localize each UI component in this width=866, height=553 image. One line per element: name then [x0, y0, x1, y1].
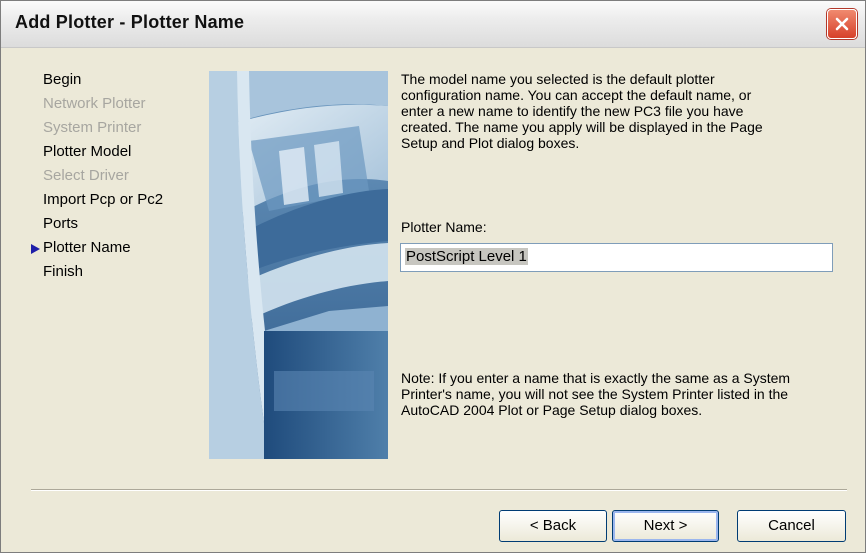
note-line: Note: If you enter a name that is exactl…: [401, 370, 791, 386]
next-button[interactable]: Next >: [612, 510, 719, 542]
description-line: created. The name you apply will be disp…: [401, 119, 763, 135]
cancel-button[interactable]: Cancel: [737, 510, 846, 542]
note-line: AutoCAD 2004 Plot or Page Setup dialog b…: [401, 402, 703, 418]
step-ports: Ports: [43, 215, 79, 232]
title-bar[interactable]: Add Plotter - Plotter Name: [1, 1, 865, 48]
add-plotter-dialog: Add Plotter - Plotter Name Begin Network…: [0, 0, 866, 553]
step-plotter-name: Plotter Name: [43, 239, 131, 256]
description-line: enter a new name to identify the new PC3…: [401, 103, 744, 119]
plotter-name-input[interactable]: PostScript Level 1: [400, 243, 833, 272]
description-line: configuration name. You can accept the d…: [401, 87, 752, 103]
plotter-name-value: PostScript Level 1: [405, 248, 528, 265]
close-icon: [835, 17, 849, 31]
step-network-plotter: Network Plotter: [43, 95, 146, 112]
dialog-title: Add Plotter - Plotter Name: [15, 12, 245, 32]
step-system-printer: System Printer: [43, 119, 142, 136]
close-button[interactable]: [827, 9, 857, 39]
description-line: Setup and Plot dialog boxes.: [401, 135, 580, 151]
step-plotter-model: Plotter Model: [43, 143, 132, 160]
plotter-illustration: [209, 71, 388, 459]
description-text: The model name you selected is the defau…: [401, 71, 841, 151]
step-plotter-name-current: Plotter Name: [31, 239, 131, 256]
separator: [31, 489, 847, 491]
step-finish: Finish: [43, 263, 84, 280]
note-line: Printer's name, you will not see the Sys…: [401, 386, 789, 402]
note-text: Note: If you enter a name that is exactl…: [401, 370, 841, 418]
current-step-arrow-icon: [31, 244, 40, 254]
description-line: The model name you selected is the defau…: [401, 71, 715, 87]
plotter-name-label: Plotter Name:: [401, 219, 487, 235]
step-begin: Begin: [43, 71, 82, 88]
step-import-pcp: Import Pcp or Pc2: [43, 191, 164, 208]
step-select-driver: Select Driver: [43, 167, 129, 184]
back-button[interactable]: < Back: [499, 510, 607, 542]
